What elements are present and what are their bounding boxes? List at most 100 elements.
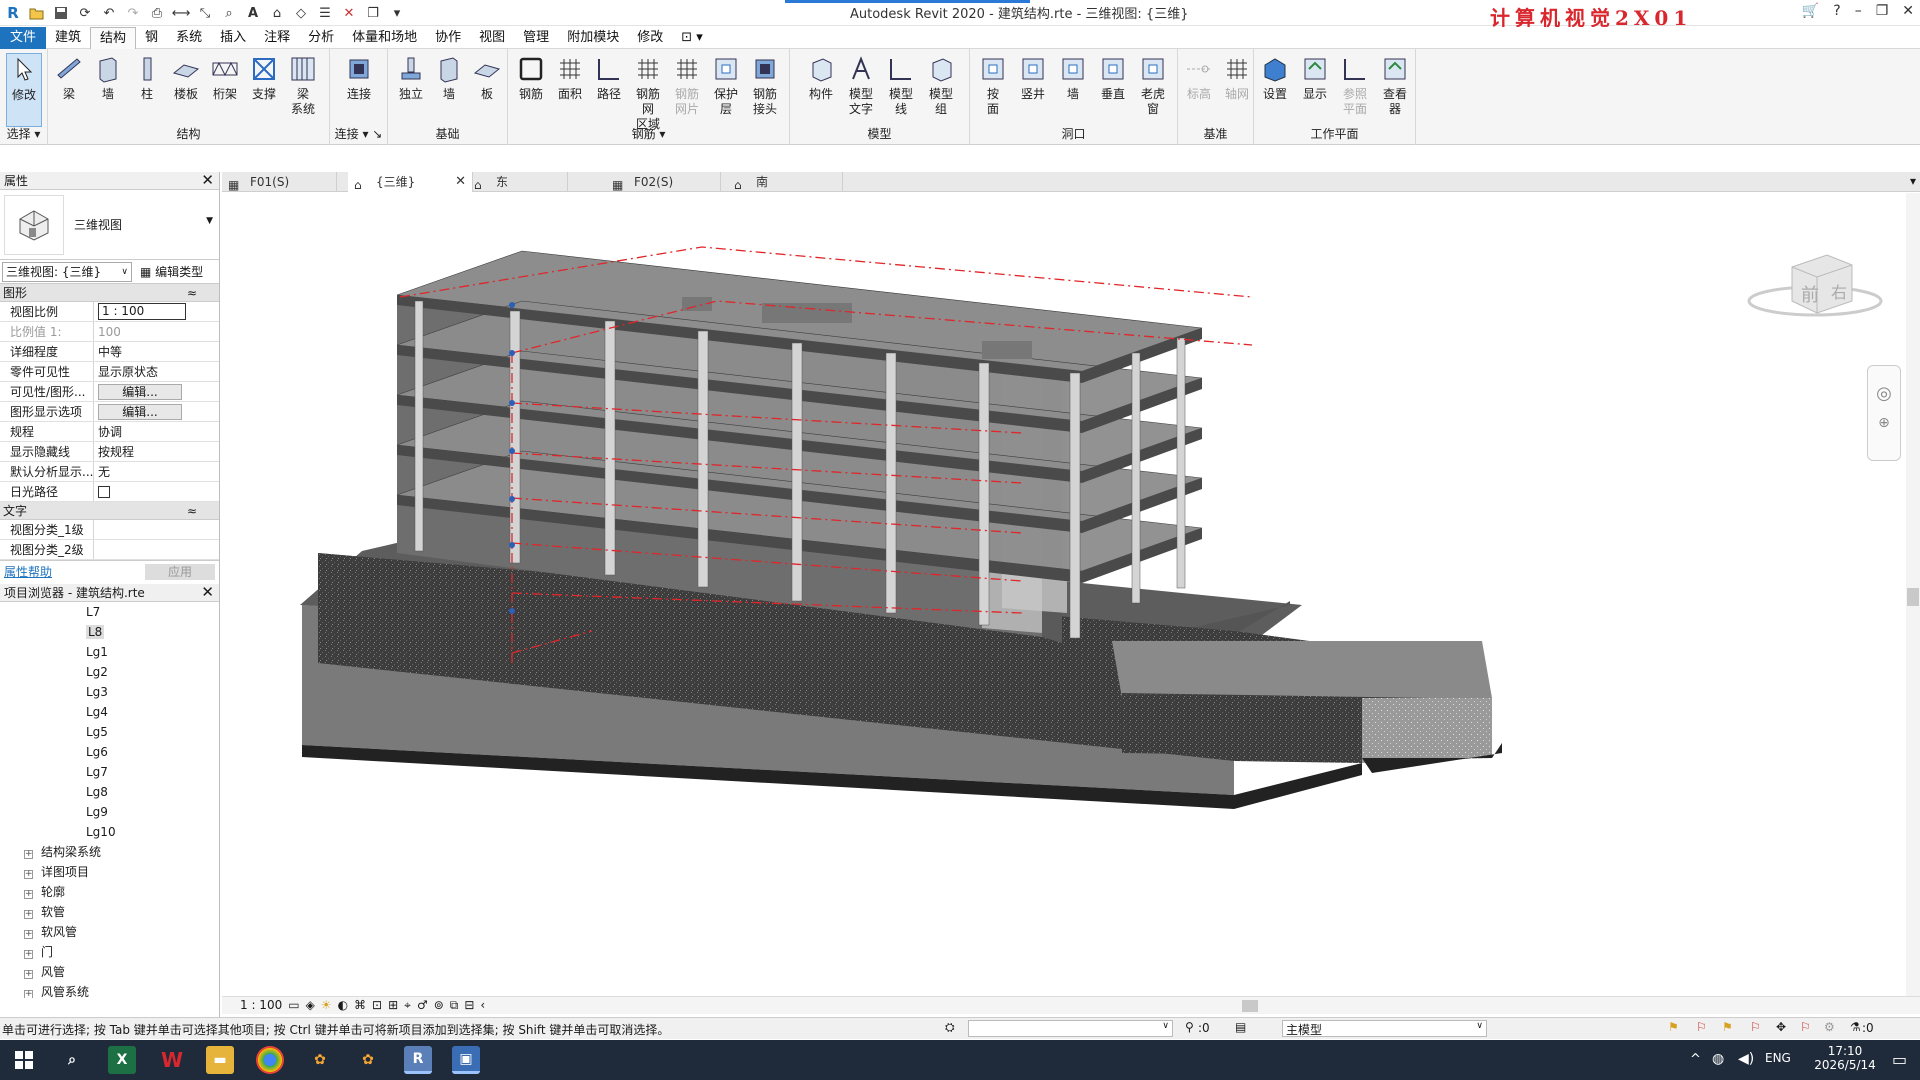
menu-tab-2[interactable]: 结构 — [90, 26, 137, 49]
drawing-area[interactable]: 前 右 ◎ ⊕ — [222, 193, 1920, 1005]
menu-tab-1[interactable]: 建筑 — [46, 27, 90, 49]
sun-path-checkbox[interactable] — [98, 486, 110, 498]
analytical-icon[interactable]: ⧉ — [450, 998, 459, 1013]
highlight-icon[interactable]: ⊟ — [464, 998, 474, 1012]
workplane-button-3[interactable]: 查看器 — [1378, 53, 1412, 117]
view-scale-input[interactable]: 1 : 100 — [98, 303, 186, 320]
browser-level-item[interactable]: Lg2 — [0, 662, 219, 682]
browser-level-item[interactable]: Lg6 — [0, 742, 219, 762]
help-icon[interactable]: ? — [1833, 3, 1840, 19]
menu-tab-6[interactable]: 注释 — [255, 27, 299, 49]
viewcube[interactable]: 前 右 — [1747, 245, 1887, 335]
apply-button[interactable]: 应用 — [145, 563, 215, 580]
rebar-button-2[interactable]: 路径 — [592, 53, 626, 102]
menu-tab-7[interactable]: 分析 — [299, 27, 343, 49]
type-selector[interactable]: 三维视图 ▼ — [0, 190, 219, 260]
section-text[interactable]: 文字 ≈ — [0, 502, 219, 520]
design-options-icon[interactable]: ▤ — [1235, 1020, 1246, 1034]
connection-group-label[interactable]: 连接 ▾ ↘ — [330, 125, 387, 142]
browser-level-item[interactable]: Lg9 — [0, 802, 219, 822]
windows-start-icon[interactable] — [10, 1046, 38, 1074]
property-value[interactable]: 按规程 — [94, 442, 219, 461]
model-button-1[interactable]: 模型 文字 — [844, 53, 878, 117]
browser-level-item[interactable]: Lg3 — [0, 682, 219, 702]
rebar-button-5[interactable]: 保护层 — [709, 53, 743, 117]
property-value[interactable]: 协调 — [94, 422, 219, 441]
menu-tab-8[interactable]: 体量和场地 — [343, 27, 426, 49]
steering-wheel-icon[interactable]: ◎ — [1868, 378, 1900, 408]
edit-type-button[interactable]: ▦ 编辑类型 — [140, 263, 203, 280]
viewcube-right-label[interactable]: 右 — [1831, 279, 1847, 303]
browser-level-item[interactable]: Lg10 — [0, 822, 219, 842]
datum-button-0[interactable]: 标高 — [1182, 53, 1216, 102]
tabs-dropdown-icon[interactable]: ▾ — [1910, 174, 1916, 188]
redo-icon[interactable]: ↷ — [124, 4, 142, 22]
menu-tab-13[interactable]: 修改 — [628, 27, 672, 49]
structure-button-4[interactable]: 桁架 — [208, 53, 242, 102]
modify-button[interactable]: 修改 — [6, 53, 42, 127]
close-properties-icon[interactable]: ✕ — [201, 171, 214, 189]
structure-button-1[interactable]: 墙 — [91, 53, 125, 102]
close-browser-icon[interactable]: ✕ — [201, 583, 214, 601]
browser-level-item[interactable]: L8 — [0, 622, 219, 642]
visual-style-icon[interactable]: ◈ — [306, 998, 315, 1012]
3d-model-view[interactable] — [222, 193, 1920, 1005]
property-value[interactable]: 编辑... — [94, 382, 219, 401]
property-value[interactable]: 100 — [94, 322, 219, 341]
opening-button-2[interactable]: 墙 — [1056, 53, 1090, 102]
browser-level-item[interactable]: Lg4 — [0, 702, 219, 722]
workset-dropdown[interactable]: ∨ — [968, 1020, 1173, 1037]
revit-taskbar-icon[interactable]: R — [404, 1046, 432, 1074]
property-value[interactable] — [94, 540, 219, 559]
browser-group-item[interactable]: + 详图项目 — [0, 862, 219, 882]
structure-button-6[interactable]: 梁 系统 — [286, 53, 320, 117]
worksets-icon[interactable]: ⛭ — [945, 1020, 955, 1035]
model-button-2[interactable]: 模型 线 — [884, 53, 918, 117]
vertical-scrollbar[interactable] — [1906, 193, 1920, 1005]
minimize-icon[interactable]: – — [1855, 3, 1862, 19]
workplane-button-0[interactable]: 设置 — [1258, 53, 1292, 102]
select-pinned-icon[interactable]: ⚑ — [1722, 1020, 1733, 1034]
text-icon[interactable]: A — [244, 4, 262, 22]
model-button-0[interactable]: 构件 — [804, 53, 838, 102]
shadows-icon[interactable]: ◐ — [338, 998, 348, 1012]
menu-tab-0[interactable]: 文件 — [0, 26, 47, 49]
viewcube-front-label[interactable]: 前 — [1801, 281, 1819, 307]
opening-button-4[interactable]: 老虎窗 — [1136, 53, 1170, 117]
model-button-3[interactable]: 模型 组 — [924, 53, 958, 117]
gear-icon[interactable]: ⚙ — [1824, 1020, 1835, 1034]
rebar-button-6[interactable]: 钢筋 接头 — [748, 53, 782, 117]
select-group-label[interactable]: 选择 ▾ — [0, 125, 47, 142]
scroll-left-icon[interactable]: ‹ — [480, 998, 485, 1012]
expand-icon[interactable]: + — [24, 950, 33, 959]
close-hidden-icon[interactable]: ✕ — [340, 4, 358, 22]
dimension-icon[interactable]: ⤡ — [196, 4, 214, 22]
browser-group-item[interactable]: + 结构梁系统 — [0, 842, 219, 862]
opening-button-3[interactable]: 垂直 — [1096, 53, 1130, 102]
render-icon[interactable]: ⌘ — [354, 998, 366, 1012]
browser-group-item[interactable]: + 风管系统 — [0, 982, 219, 998]
property-value[interactable] — [94, 520, 219, 539]
menu-tab-11[interactable]: 管理 — [514, 27, 558, 49]
select-by-face-icon[interactable]: ⚐ — [1750, 1020, 1761, 1034]
detail-level-icon[interactable]: ▭ — [288, 998, 299, 1012]
view-tab-3[interactable]: ▦ F02(S) — [606, 172, 721, 192]
property-value[interactable] — [94, 482, 219, 501]
browser-level-item[interactable]: Lg7 — [0, 762, 219, 782]
design-option-dropdown[interactable]: 主模型 ∨ — [1282, 1020, 1487, 1037]
datum-button-1[interactable]: 轴网 — [1220, 53, 1254, 102]
close-icon[interactable]: ✕ — [1902, 3, 1914, 19]
expand-icon[interactable]: + — [24, 890, 33, 899]
view-tab-2[interactable]: ⌂ 东 — [468, 172, 568, 192]
notification-icon[interactable]: ▭ — [1892, 1050, 1907, 1069]
sun-path-icon[interactable]: ☀ — [321, 998, 332, 1012]
property-value[interactable]: 无 — [94, 462, 219, 481]
restore-icon[interactable]: ❐ — [1876, 3, 1889, 19]
browser-group-item[interactable]: + 软管 — [0, 902, 219, 922]
opening-button-0[interactable]: 按 面 — [976, 53, 1010, 117]
filter-icon[interactable]: ⚗ — [1850, 1020, 1861, 1034]
measure-icon[interactable]: ⟷ — [172, 4, 191, 22]
close-tab-icon[interactable]: ✕ — [455, 172, 466, 192]
volume-icon[interactable]: ◀) — [1738, 1051, 1754, 1067]
chrome-icon[interactable] — [256, 1046, 284, 1074]
